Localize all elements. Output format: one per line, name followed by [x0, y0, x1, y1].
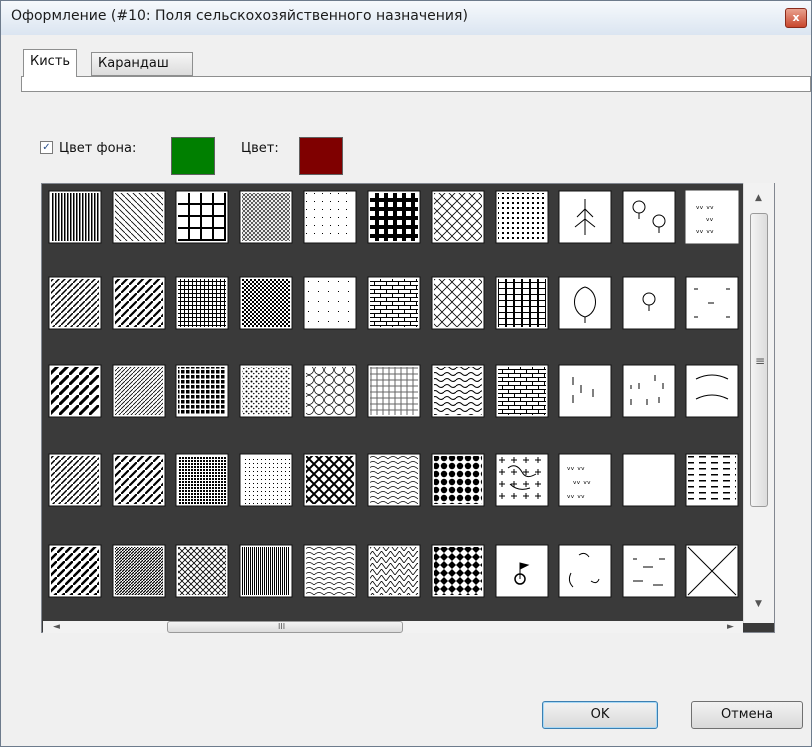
pattern-diagonal-lines-dense[interactable]	[112, 453, 166, 507]
pattern-circles-bold[interactable]	[431, 453, 485, 507]
svg-text:ᵥᵥ ᵥᵥ: ᵥᵥ ᵥᵥ	[696, 202, 714, 212]
pattern-scales-wave[interactable]	[431, 276, 485, 330]
background-color-checkbox[interactable]: ✓	[40, 141, 53, 154]
pattern-dots-fine[interactable]	[239, 453, 293, 507]
pattern-scales[interactable]	[431, 190, 485, 244]
pattern-scales-bold[interactable]	[303, 544, 357, 598]
vertical-scrollbar[interactable]: ▲ ≡ ▼	[743, 183, 774, 623]
pattern-diagonal-lines-bold-fine[interactable]	[48, 453, 102, 507]
pattern-scales-diagonal[interactable]	[367, 453, 421, 507]
tab-pencil[interactable]: Карандаш	[91, 52, 193, 76]
pattern-flag-symbol[interactable]	[495, 544, 549, 598]
pattern-deciduous-forest[interactable]	[558, 276, 612, 330]
tab-brush[interactable]: Кисть	[23, 49, 78, 77]
pattern-diagonal-lines-heavy-dense[interactable]	[112, 544, 166, 598]
color-label: Цвет:	[241, 141, 279, 156]
pattern-plus-grid[interactable]	[367, 364, 421, 418]
pattern-horizontal-dashes[interactable]	[685, 453, 739, 507]
pattern-trees-curved[interactable]	[558, 544, 612, 598]
pattern-meadow-marks[interactable]: ᵥᵥ ᵥᵥ ᵥᵥ ᵥᵥ ᵥᵥ	[685, 190, 739, 244]
svg-text:ᵥᵥ ᵥᵥ: ᵥᵥ ᵥᵥ	[696, 226, 714, 236]
tab-panel	[21, 76, 811, 92]
svg-text:ᵥᵥ ᵥᵥ: ᵥᵥ ᵥᵥ	[573, 477, 591, 487]
close-button[interactable]: x	[785, 8, 807, 28]
color-swatch[interactable]	[299, 137, 343, 175]
pattern-checker-fine[interactable]	[239, 276, 293, 330]
scroll-left-arrow-icon[interactable]: ◄	[53, 622, 60, 632]
pattern-diagonal-lines-thick[interactable]	[48, 364, 102, 418]
cancel-button[interactable]: Отмена	[691, 701, 803, 729]
pattern-conifer-forest[interactable]	[558, 190, 612, 244]
pattern-wavy-marks[interactable]	[685, 364, 739, 418]
pattern-weave[interactable]	[303, 453, 357, 507]
pattern-dense-grid[interactable]	[175, 453, 229, 507]
pattern-brick-grid[interactable]	[367, 190, 421, 244]
pattern-diamonds[interactable]	[431, 544, 485, 598]
background-color-swatch[interactable]	[171, 137, 215, 175]
pattern-diagonal-crosshatch[interactable]	[175, 544, 229, 598]
pattern-vertical-brick[interactable]	[495, 276, 549, 330]
pattern-brick-large[interactable]	[495, 364, 549, 418]
scroll-up-arrow-icon[interactable]: ▲	[755, 193, 762, 203]
pattern-trees-mixed[interactable]: ᵥᵥ ᵥᵥ ᵥᵥ ᵥᵥ ᵥᵥ ᵥᵥ	[558, 453, 612, 507]
pattern-diagonal-lines-heavy[interactable]	[48, 544, 102, 598]
pattern-vertical-lines-fine[interactable]	[239, 544, 293, 598]
pattern-zigzag[interactable]	[367, 544, 421, 598]
scroll-right-arrow-icon[interactable]: ►	[727, 622, 734, 632]
pattern-deciduous-trees[interactable]	[622, 190, 676, 244]
pattern-conifer-sparse[interactable]	[558, 364, 612, 418]
pattern-dot-grid-bold[interactable]	[175, 364, 229, 418]
pattern-vertical-lines-dense[interactable]	[48, 190, 102, 244]
horizontal-scrollbar[interactable]: ◄ III ►	[43, 621, 743, 633]
scroll-grip-icon: III	[278, 622, 286, 631]
window-title: Оформление (#10: Поля сельскохозяйственн…	[11, 8, 468, 24]
pattern-grass-tufts[interactable]	[622, 364, 676, 418]
pattern-dots-sparse[interactable]	[303, 190, 357, 244]
pattern-crosses[interactable]	[495, 453, 549, 507]
pattern-dots-grid-sparse[interactable]	[303, 276, 357, 330]
pattern-diagonal-lines-medium[interactable]	[112, 364, 166, 418]
pattern-meadow-wavy[interactable]	[622, 453, 676, 507]
pattern-grid: ᵥᵥ ᵥᵥ ᵥᵥ ᵥᵥ ᵥᵥ ᵥᵥ ᵥᵥ ᵥᵥ ᵥᵥ ᵥᵥ ᵥᵥ	[41, 183, 775, 633]
scroll-grip-icon: ≡	[755, 354, 766, 368]
pattern-grass-dashes[interactable]	[622, 544, 676, 598]
pattern-brick-horizontal[interactable]	[367, 276, 421, 330]
svg-text:ᵥᵥ ᵥᵥ: ᵥᵥ ᵥᵥ	[567, 491, 585, 501]
dialog-window: Оформление (#10: Поля сельскохозяйственн…	[0, 0, 812, 747]
pattern-diagonal-cross[interactable]	[685, 544, 739, 598]
horizontal-scroll-thumb[interactable]: III	[167, 621, 403, 633]
pattern-circles[interactable]	[303, 364, 357, 418]
pattern-grid-large[interactable]	[175, 190, 229, 244]
scroll-down-arrow-icon[interactable]: ▼	[755, 599, 762, 609]
pattern-crosshatch-diagonal-fine[interactable]	[239, 190, 293, 244]
vertical-scroll-thumb[interactable]: ≡	[750, 213, 768, 507]
pattern-grid-canvas: ᵥᵥ ᵥᵥ ᵥᵥ ᵥᵥ ᵥᵥ ᵥᵥ ᵥᵥ ᵥᵥ ᵥᵥ ᵥᵥ ᵥᵥ	[48, 190, 739, 598]
pattern-grass-marks[interactable]	[685, 276, 739, 330]
pattern-diagonal-lines-bold[interactable]	[112, 276, 166, 330]
pattern-diagonal-lines-wide[interactable]	[48, 276, 102, 330]
svg-text:ᵥᵥ ᵥᵥ: ᵥᵥ ᵥᵥ	[567, 463, 585, 473]
title-bar: Оформление (#10: Поля сельскохозяйственн…	[1, 1, 811, 35]
ok-button[interactable]: OK	[542, 701, 658, 729]
pattern-diagonal-lines-fine[interactable]	[112, 190, 166, 244]
svg-text:ᵥᵥ: ᵥᵥ	[706, 214, 714, 224]
pattern-deciduous-tree-single[interactable]	[622, 276, 676, 330]
pattern-dots-dense[interactable]	[495, 190, 549, 244]
pattern-waves-horizontal[interactable]	[431, 364, 485, 418]
pattern-grid-fine[interactable]	[175, 276, 229, 330]
background-color-label: Цвет фона:	[59, 141, 137, 156]
pattern-dots-random[interactable]	[239, 364, 293, 418]
